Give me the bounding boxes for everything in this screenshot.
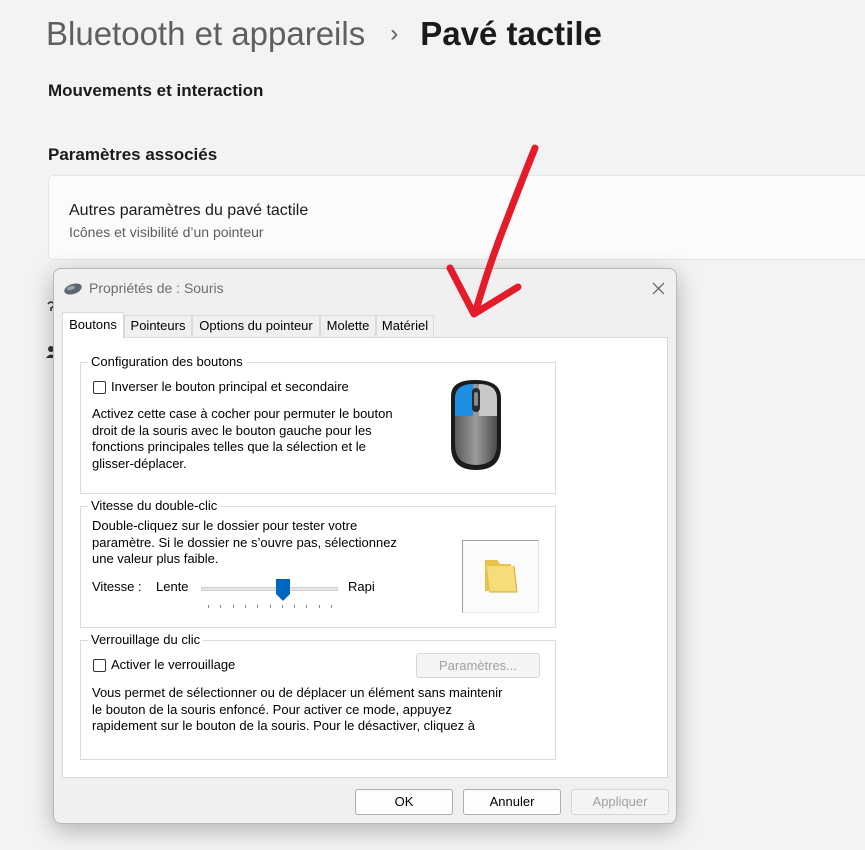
speed-label: Vitesse :	[92, 579, 142, 594]
click-lock-settings-button[interactable]: Paramètres...	[416, 653, 540, 678]
click-lock-desc-2: le bouton de la souris enfoncé. Pour act…	[92, 701, 452, 717]
folder-icon	[481, 557, 521, 598]
click-lock-desc-3: rapidement sur le bouton de la souris. P…	[92, 718, 475, 733]
double-click-desc-3: une valeur plus faible.	[92, 551, 219, 566]
tab-molette[interactable]: Molette	[320, 315, 376, 337]
slider-tick	[281, 605, 283, 608]
group-title: Verrouillage du clic	[88, 632, 204, 648]
slider-tick	[318, 605, 320, 608]
button-config-desc-4: glisser-déplacer.	[92, 455, 187, 471]
breadcrumb-separator: ›	[390, 20, 399, 47]
tab-boutons[interactable]: Boutons	[62, 312, 124, 338]
cancel-button[interactable]: Annuler	[463, 789, 561, 815]
page-title: Pavé tactile	[420, 15, 602, 52]
speed-slider-thumb[interactable]	[276, 579, 291, 605]
double-click-desc-2: paramètre. Si le dossier ne s’ouvre pas,…	[92, 534, 397, 550]
tab-panel-boutons: Configuration des boutons Inverser le bo…	[62, 337, 668, 778]
slider-tick	[220, 605, 222, 608]
double-click-desc-1: Double-cliquez sur le dossier pour teste…	[92, 518, 358, 533]
speed-fast-label: Rapi	[348, 579, 375, 594]
apply-button[interactable]: Appliquer	[571, 789, 669, 815]
slider-tick	[257, 605, 259, 608]
speed-slider-track[interactable]	[201, 587, 338, 591]
breadcrumb: Bluetooth et appareils › Pavé tactile	[46, 12, 602, 56]
group-title: Configuration des boutons	[88, 354, 246, 370]
group-click-lock: Verrouillage du clic Activer le verrouil…	[80, 632, 556, 760]
button-config-desc-3: fonctions principales telles que la séle…	[92, 439, 366, 454]
slider-tick	[306, 605, 308, 608]
close-icon[interactable]	[646, 277, 670, 299]
mouse-illustration	[413, 366, 543, 490]
group-title: Vitesse du double-clic	[88, 498, 221, 514]
swap-buttons-label[interactable]: Inverser le bouton principal et secondai…	[111, 379, 349, 396]
dialog-title: Propriétés de : Souris	[89, 280, 224, 296]
slider-tick	[331, 605, 332, 608]
slider-tick	[244, 605, 246, 608]
mouse-properties-dialog: Propriétés de : Souris Boutons Pointeurs…	[53, 268, 677, 824]
card-title: Autres paramètres du pavé tactile	[69, 202, 309, 219]
section-related-settings: Paramètres associés	[48, 145, 218, 164]
group-button-config: Configuration des boutons Inverser le bo…	[80, 354, 556, 494]
test-folder[interactable]	[462, 540, 539, 613]
tab-options-pointeur[interactable]: Options du pointeur	[192, 315, 320, 337]
click-lock-label[interactable]: Activer le verrouillage	[111, 657, 235, 674]
swap-buttons-checkbox[interactable]	[93, 381, 106, 394]
section-gestures[interactable]: Mouvements et interaction	[48, 81, 263, 101]
mouse-icon	[63, 282, 83, 299]
slider-tick	[269, 605, 271, 608]
ok-button[interactable]: OK	[355, 789, 453, 815]
slider-tick	[294, 605, 296, 608]
group-double-click: Vitesse du double-clic Double-cliquez su…	[80, 498, 556, 628]
click-lock-checkbox[interactable]	[93, 659, 106, 672]
speed-slow-label: Lente	[156, 579, 189, 594]
click-lock-desc-1: Vous permet de sélectionner ou de déplac…	[92, 685, 503, 700]
button-config-desc-1: Activez cette case à cocher pour permute…	[92, 406, 393, 421]
button-config-desc-2: droit de la souris avec le bouton gauche…	[92, 422, 372, 438]
slider-tick	[208, 605, 209, 608]
slider-tick	[232, 605, 234, 608]
card-subtitle: Icônes et visibilité d’un pointeur	[69, 224, 264, 240]
related-setting-card[interactable]: Autres paramètres du pavé tactile Icônes…	[48, 175, 865, 260]
breadcrumb-parent[interactable]: Bluetooth et appareils	[46, 15, 365, 53]
tab-materiel[interactable]: Matériel	[376, 315, 434, 337]
tab-pointeurs[interactable]: Pointeurs	[124, 315, 192, 337]
